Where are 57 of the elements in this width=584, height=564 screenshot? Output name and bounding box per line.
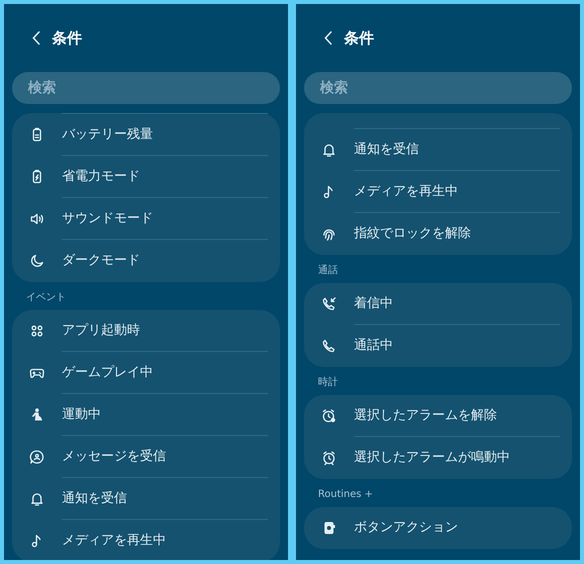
- item-label: メッセージを受信: [62, 448, 166, 466]
- message-icon: [29, 449, 45, 465]
- incoming-call-icon: [321, 296, 337, 312]
- screen-title: 条件: [52, 28, 82, 49]
- list-item[interactable]: ボタンアクション: [304, 507, 572, 549]
- section-heading: 通話: [318, 264, 338, 278]
- item-label: 通知を受信: [62, 490, 127, 508]
- item-label: 省電力モード: [62, 168, 140, 186]
- list-item[interactable]: サウンドモード: [12, 198, 280, 240]
- moon-icon: [29, 253, 45, 269]
- phone-icon: [321, 338, 337, 354]
- back-icon: [324, 31, 332, 45]
- item-label: メディアを再生中: [354, 182, 458, 201]
- section-heading: イベント: [26, 291, 66, 305]
- list-item[interactable]: アプリ起動時: [12, 310, 280, 352]
- search-field[interactable]: 検索: [12, 72, 280, 104]
- item-label: ゲームプレイ中: [62, 364, 153, 382]
- item-label: 選択したアラームが鳴動中: [354, 449, 510, 468]
- figure-icon: [29, 407, 45, 423]
- bell-icon: [29, 491, 45, 507]
- apps-icon: [29, 323, 45, 339]
- list-item[interactable]: 通話中: [304, 325, 572, 367]
- list-item[interactable]: バッテリー残量: [12, 114, 280, 156]
- section-heading: 時計: [318, 376, 338, 390]
- list-item[interactable]: 通知を受信: [12, 478, 280, 520]
- list-item[interactable]: メディアを再生中: [304, 171, 572, 213]
- item-label: 運動中: [62, 406, 101, 424]
- item-label: 着信中: [354, 294, 393, 313]
- list-item[interactable]: 選択したアラームを解除: [304, 395, 572, 437]
- search-field[interactable]: 検索: [304, 72, 572, 104]
- item-label: 通知を受信: [354, 140, 419, 159]
- list-item[interactable]: 運動中: [12, 394, 280, 436]
- item-label: メディアを再生中: [62, 532, 166, 550]
- list-item[interactable]: メディアを再生中: [12, 520, 280, 560]
- item-label: サウンドモード: [62, 210, 153, 228]
- list-item[interactable]: 指紋でロックを解除: [304, 213, 572, 255]
- screen-title: 条件: [344, 28, 374, 49]
- list-item[interactable]: ゲームプレイ中: [12, 352, 280, 394]
- section-heading: Routines +: [318, 488, 373, 502]
- list-item[interactable]: 省電力モード: [12, 156, 280, 198]
- item-label: ダークモード: [62, 252, 140, 270]
- list-item[interactable]: 着信中: [304, 283, 572, 325]
- item-label: アプリ起動時: [62, 322, 140, 340]
- item-label: 選択したアラームを解除: [354, 406, 497, 425]
- list-item[interactable]: メッセージを受信: [12, 436, 280, 478]
- item-label: バッテリー残量: [62, 126, 153, 144]
- list-item[interactable]: 選択したアラームが鳴動中: [304, 437, 572, 479]
- bell-icon: [321, 142, 337, 158]
- alarm-clock-icon: [321, 450, 337, 466]
- item-label: ボタンアクション: [354, 519, 458, 538]
- back-icon: [32, 31, 40, 45]
- item-label: 指紋でロックを解除: [354, 225, 471, 244]
- list-item[interactable]: 通知を受信: [304, 129, 572, 171]
- speaker-icon: [29, 211, 45, 227]
- item-label: 通話中: [354, 337, 393, 356]
- alarm-clock-icon: [321, 408, 337, 424]
- list-item[interactable]: ダークモード: [12, 240, 280, 282]
